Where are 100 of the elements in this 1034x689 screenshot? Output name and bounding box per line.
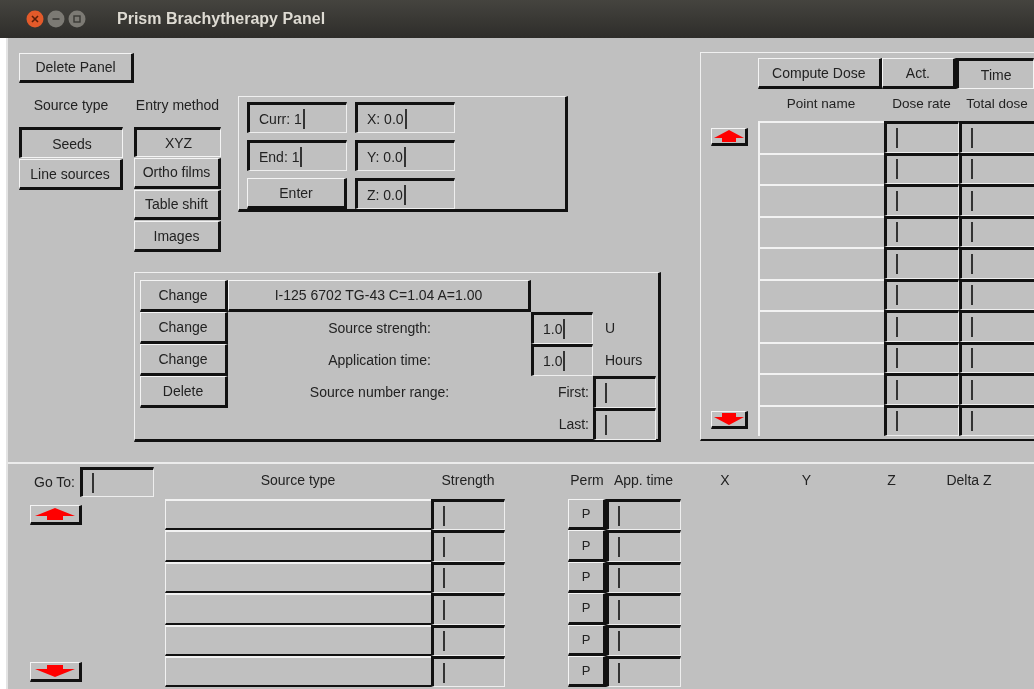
perm-button[interactable]: P [568, 561, 606, 594]
z-field[interactable]: Z: 0.0 [355, 178, 455, 209]
strength-field[interactable] [431, 561, 505, 594]
enter-button[interactable]: Enter [247, 178, 347, 209]
source-strength-field[interactable]: 1.0 [531, 312, 593, 344]
table-cell[interactable] [165, 530, 431, 562]
total-dose-field[interactable] [959, 341, 1034, 373]
dose-rate-field[interactable] [884, 404, 959, 436]
delete-panel-button[interactable]: Delete Panel [19, 53, 134, 83]
source-type-option[interactable]: Seeds [19, 127, 123, 158]
dose-mode-button[interactable]: Time [956, 58, 1034, 89]
dose-rate-field[interactable] [884, 341, 959, 373]
perm-button[interactable]: P [568, 593, 606, 625]
table-cell[interactable] [758, 373, 884, 405]
entry-method-option[interactable]: XYZ [134, 126, 221, 158]
last-field[interactable] [593, 408, 656, 440]
total-dose-field[interactable] [959, 121, 1034, 153]
column-header: Strength [440, 471, 496, 490]
table-cell[interactable] [758, 247, 884, 279]
strength-field[interactable] [431, 530, 505, 562]
source-range-label: Source number range: [308, 383, 451, 402]
dose-rate-field[interactable] [884, 278, 959, 310]
dose-rate-field[interactable] [884, 215, 959, 247]
maximize-icon[interactable] [68, 10, 86, 28]
app-time-field[interactable] [606, 624, 681, 656]
scroll-down-button[interactable] [30, 661, 82, 682]
column-header: Total dose [965, 95, 1029, 113]
change-button[interactable]: Change [140, 280, 228, 312]
perm-button[interactable]: P [568, 499, 606, 531]
app-time-field[interactable] [606, 530, 681, 562]
total-dose-field[interactable] [959, 247, 1034, 279]
column-header: X [719, 471, 731, 490]
application-time-label: Application time: [327, 351, 432, 370]
dose-rate-field[interactable] [884, 310, 959, 342]
entry-method-option[interactable]: Table shift [134, 189, 221, 221]
total-dose-field[interactable] [959, 373, 1034, 405]
dose-rate-field[interactable] [884, 373, 959, 405]
change-button[interactable]: Change [140, 344, 228, 376]
app-time-field[interactable] [606, 561, 681, 594]
table-cell[interactable] [758, 215, 884, 247]
table-cell[interactable] [758, 184, 884, 216]
table-cell[interactable] [758, 278, 884, 310]
total-dose-field[interactable] [959, 278, 1034, 310]
table-cell[interactable] [165, 624, 431, 656]
perm-button[interactable]: P [568, 624, 606, 656]
app-time-field[interactable] [606, 593, 681, 625]
perm-button[interactable]: P [568, 655, 606, 688]
total-dose-field[interactable] [959, 152, 1034, 184]
scroll-down-button[interactable] [711, 411, 748, 430]
dose-mode-button[interactable]: Act. [881, 58, 957, 89]
total-dose-field[interactable] [959, 215, 1034, 247]
application-time-field[interactable]: 1.0 [531, 344, 593, 376]
strength-field[interactable] [431, 593, 505, 625]
total-dose-field[interactable] [959, 310, 1034, 342]
unit-label: Hours [604, 351, 644, 370]
table-cell[interactable] [165, 499, 431, 531]
column-header: Delta Z [945, 471, 993, 490]
entry-method-option[interactable]: Ortho films [134, 158, 221, 189]
column-header: Source type [259, 471, 337, 490]
table-cell[interactable] [758, 341, 884, 373]
entry-method-option[interactable]: Images [134, 221, 221, 252]
scroll-up-button[interactable] [30, 504, 82, 525]
end-field[interactable]: End: 1 [247, 140, 347, 171]
first-field[interactable] [593, 376, 656, 408]
change-button[interactable]: Change [140, 312, 228, 344]
source-name-button[interactable]: I-125 6702 TG-43 C=1.04 A=1.00 [228, 280, 531, 312]
source-type-option[interactable]: Line sources [19, 159, 123, 190]
strength-field[interactable] [431, 624, 505, 656]
table-cell[interactable] [758, 310, 884, 342]
table-cell[interactable] [165, 655, 431, 688]
table-cell[interactable] [758, 404, 884, 436]
current-field[interactable]: Curr: 1 [247, 102, 347, 133]
dose-rate-field[interactable] [884, 184, 959, 216]
strength-field[interactable] [431, 655, 505, 688]
total-dose-field[interactable] [959, 404, 1034, 436]
perm-button[interactable]: P [568, 530, 606, 562]
minimize-icon[interactable] [47, 10, 65, 28]
delete-button[interactable]: Delete [140, 376, 228, 408]
dose-mode-button[interactable]: Compute Dose [758, 58, 882, 89]
y-field[interactable]: Y: 0.0 [355, 140, 455, 171]
source-strength-label: Source strength: [327, 319, 432, 338]
dose-rate-field[interactable] [884, 152, 959, 184]
total-dose-field[interactable] [959, 184, 1034, 216]
scroll-up-button[interactable] [711, 127, 748, 146]
app-time-field[interactable] [606, 499, 681, 531]
go-to-field[interactable] [80, 466, 154, 497]
last-label: Last: [557, 415, 590, 434]
close-icon[interactable] [26, 10, 44, 28]
table-cell[interactable] [165, 593, 431, 625]
app-time-field[interactable] [606, 655, 681, 688]
strength-field[interactable] [431, 499, 505, 531]
table-cell[interactable] [758, 121, 884, 153]
table-cell[interactable] [165, 561, 431, 594]
dose-rate-field[interactable] [884, 121, 959, 153]
table-cell[interactable] [758, 152, 884, 184]
dose-rate-field[interactable] [884, 247, 959, 279]
column-header: App. time [612, 471, 675, 490]
window-title: Prism Brachytherapy Panel [117, 10, 326, 28]
unit-label: U [604, 319, 617, 338]
x-field[interactable]: X: 0.0 [355, 102, 455, 133]
